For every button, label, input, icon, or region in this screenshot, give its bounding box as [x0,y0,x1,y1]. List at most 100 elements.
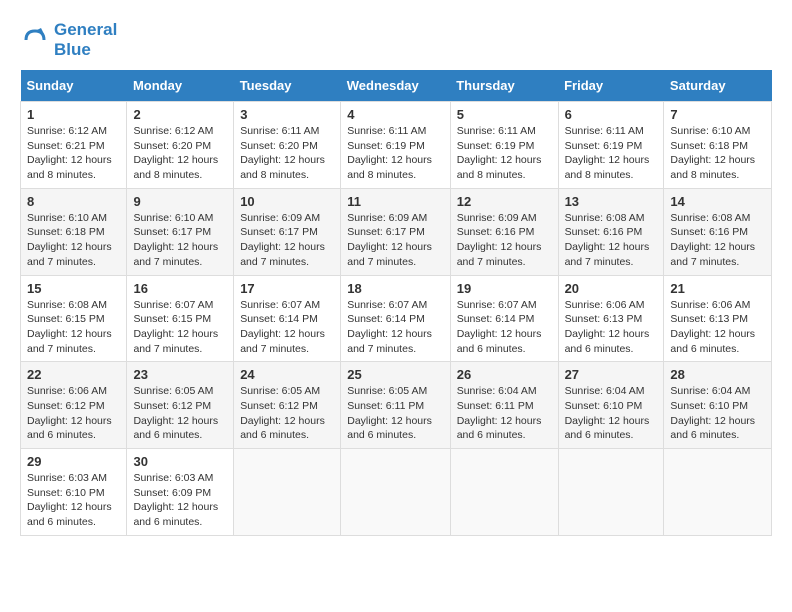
calendar-cell: 28Sunrise: 6:04 AM Sunset: 6:10 PM Dayli… [664,362,772,449]
day-number: 16 [133,281,227,296]
day-number: 18 [347,281,443,296]
day-number: 29 [27,454,120,469]
day-number: 22 [27,367,120,382]
day-detail: Sunrise: 6:07 AM Sunset: 6:14 PM Dayligh… [457,298,552,357]
day-detail: Sunrise: 6:05 AM Sunset: 6:12 PM Dayligh… [133,384,227,443]
calendar-table: SundayMondayTuesdayWednesdayThursdayFrid… [20,70,772,536]
calendar-cell: 7 Sunrise: 6:10 AM Sunset: 6:18 PM Daylig… [664,102,772,189]
day-number: 9 [133,194,227,209]
day-number: 7 [670,107,765,122]
day-detail: Sunrise: 6:08 AM Sunset: 6:16 PM Dayligh… [565,211,658,270]
calendar-cell: 1 Sunrise: 6:12 AM Sunset: 6:21 PM Daylig… [21,102,127,189]
weekday-header-wednesday: Wednesday [341,70,450,102]
day-number: 24 [240,367,334,382]
day-number: 21 [670,281,765,296]
day-detail: Sunrise: 6:12 AM Sunset: 6:21 PM Dayligh… [27,124,120,183]
day-number: 10 [240,194,334,209]
day-detail: Sunrise: 6:09 AM Sunset: 6:16 PM Dayligh… [457,211,552,270]
day-detail: Sunrise: 6:07 AM Sunset: 6:14 PM Dayligh… [240,298,334,357]
calendar-cell: 22 Sunrise: 6:06 AM Sunset: 6:12 PM Dayli… [21,362,127,449]
logo-text: General Blue [54,20,117,60]
day-detail: Sunrise: 6:11 AM Sunset: 6:19 PM Dayligh… [347,124,443,183]
calendar-week-row: 29 Sunrise: 6:03 AM Sunset: 6:10 PM Dayli… [21,449,772,536]
calendar-cell: 9 Sunrise: 6:10 AM Sunset: 6:17 PM Daylig… [127,188,234,275]
day-number: 8 [27,194,120,209]
calendar-cell: 24 Sunrise: 6:05 AM Sunset: 6:12 PM Dayli… [234,362,341,449]
day-detail: Sunrise: 6:11 AM Sunset: 6:19 PM Dayligh… [457,124,552,183]
day-number: 13 [565,194,658,209]
calendar-cell: 17 Sunrise: 6:07 AM Sunset: 6:14 PM Dayli… [234,275,341,362]
day-detail: Sunrise: 6:06 AM Sunset: 6:12 PM Dayligh… [27,384,120,443]
day-detail: Sunrise: 6:08 AM Sunset: 6:16 PM Dayligh… [670,211,765,270]
calendar-cell: 26Sunrise: 6:04 AM Sunset: 6:11 PM Dayli… [450,362,558,449]
calendar-cell: 10 Sunrise: 6:09 AM Sunset: 6:17 PM Dayli… [234,188,341,275]
calendar-cell [664,449,772,536]
day-number: 14 [670,194,765,209]
day-detail: Sunrise: 6:10 AM Sunset: 6:18 PM Dayligh… [27,211,120,270]
day-detail: Sunrise: 6:07 AM Sunset: 6:14 PM Dayligh… [347,298,443,357]
calendar-cell: 5 Sunrise: 6:11 AM Sunset: 6:19 PM Daylig… [450,102,558,189]
day-number: 25 [347,367,443,382]
calendar-cell [558,449,664,536]
page-header: General Blue [20,20,772,60]
calendar-cell: 23Sunrise: 6:05 AM Sunset: 6:12 PM Dayli… [127,362,234,449]
calendar-cell: 4 Sunrise: 6:11 AM Sunset: 6:19 PM Daylig… [341,102,450,189]
day-detail: Sunrise: 6:11 AM Sunset: 6:20 PM Dayligh… [240,124,334,183]
day-detail: Sunrise: 6:04 AM Sunset: 6:10 PM Dayligh… [565,384,658,443]
day-detail: Sunrise: 6:09 AM Sunset: 6:17 PM Dayligh… [347,211,443,270]
calendar-cell: 3 Sunrise: 6:11 AM Sunset: 6:20 PM Daylig… [234,102,341,189]
logo-icon [20,25,50,55]
calendar-cell: 20 Sunrise: 6:06 AM Sunset: 6:13 PM Dayli… [558,275,664,362]
weekday-header-sunday: Sunday [21,70,127,102]
day-number: 4 [347,107,443,122]
calendar-cell: 30 Sunrise: 6:03 AM Sunset: 6:09 PM Dayli… [127,449,234,536]
calendar-week-row: 15Sunrise: 6:08 AM Sunset: 6:15 PM Dayli… [21,275,772,362]
calendar-cell: 15Sunrise: 6:08 AM Sunset: 6:15 PM Dayli… [21,275,127,362]
calendar-cell: 14 Sunrise: 6:08 AM Sunset: 6:16 PM Dayli… [664,188,772,275]
calendar-week-row: 8 Sunrise: 6:10 AM Sunset: 6:18 PM Daylig… [21,188,772,275]
day-detail: Sunrise: 6:09 AM Sunset: 6:17 PM Dayligh… [240,211,334,270]
day-number: 6 [565,107,658,122]
calendar-cell: 2 Sunrise: 6:12 AM Sunset: 6:20 PM Daylig… [127,102,234,189]
day-detail: Sunrise: 6:05 AM Sunset: 6:12 PM Dayligh… [240,384,334,443]
day-number: 11 [347,194,443,209]
weekday-header-thursday: Thursday [450,70,558,102]
day-number: 1 [27,107,120,122]
calendar-cell [341,449,450,536]
logo: General Blue [20,20,117,60]
day-number: 19 [457,281,552,296]
calendar-cell [450,449,558,536]
calendar-cell: 12 Sunrise: 6:09 AM Sunset: 6:16 PM Dayli… [450,188,558,275]
calendar-cell: 13 Sunrise: 6:08 AM Sunset: 6:16 PM Dayli… [558,188,664,275]
day-number: 27 [565,367,658,382]
day-detail: Sunrise: 6:12 AM Sunset: 6:20 PM Dayligh… [133,124,227,183]
calendar-cell: 8 Sunrise: 6:10 AM Sunset: 6:18 PM Daylig… [21,188,127,275]
day-detail: Sunrise: 6:05 AM Sunset: 6:11 PM Dayligh… [347,384,443,443]
weekday-header-saturday: Saturday [664,70,772,102]
day-number: 20 [565,281,658,296]
day-number: 30 [133,454,227,469]
day-detail: Sunrise: 6:06 AM Sunset: 6:13 PM Dayligh… [565,298,658,357]
calendar-cell: 29 Sunrise: 6:03 AM Sunset: 6:10 PM Dayli… [21,449,127,536]
weekday-header-friday: Friday [558,70,664,102]
calendar-week-row: 1 Sunrise: 6:12 AM Sunset: 6:21 PM Daylig… [21,102,772,189]
day-number: 2 [133,107,227,122]
day-detail: Sunrise: 6:07 AM Sunset: 6:15 PM Dayligh… [133,298,227,357]
day-detail: Sunrise: 6:03 AM Sunset: 6:10 PM Dayligh… [27,471,120,530]
day-detail: Sunrise: 6:08 AM Sunset: 6:15 PM Dayligh… [27,298,120,357]
day-detail: Sunrise: 6:03 AM Sunset: 6:09 PM Dayligh… [133,471,227,530]
day-number: 5 [457,107,552,122]
calendar-week-row: 22 Sunrise: 6:06 AM Sunset: 6:12 PM Dayli… [21,362,772,449]
day-detail: Sunrise: 6:04 AM Sunset: 6:11 PM Dayligh… [457,384,552,443]
day-number: 12 [457,194,552,209]
weekday-header-tuesday: Tuesday [234,70,341,102]
day-detail: Sunrise: 6:10 AM Sunset: 6:17 PM Dayligh… [133,211,227,270]
day-number: 3 [240,107,334,122]
day-detail: Sunrise: 6:11 AM Sunset: 6:19 PM Dayligh… [565,124,658,183]
calendar-cell: 11 Sunrise: 6:09 AM Sunset: 6:17 PM Dayli… [341,188,450,275]
weekday-header-row: SundayMondayTuesdayWednesdayThursdayFrid… [21,70,772,102]
calendar-cell: 25 Sunrise: 6:05 AM Sunset: 6:11 PM Dayli… [341,362,450,449]
day-number: 17 [240,281,334,296]
calendar-cell: 18 Sunrise: 6:07 AM Sunset: 6:14 PM Dayli… [341,275,450,362]
day-detail: Sunrise: 6:10 AM Sunset: 6:18 PM Dayligh… [670,124,765,183]
